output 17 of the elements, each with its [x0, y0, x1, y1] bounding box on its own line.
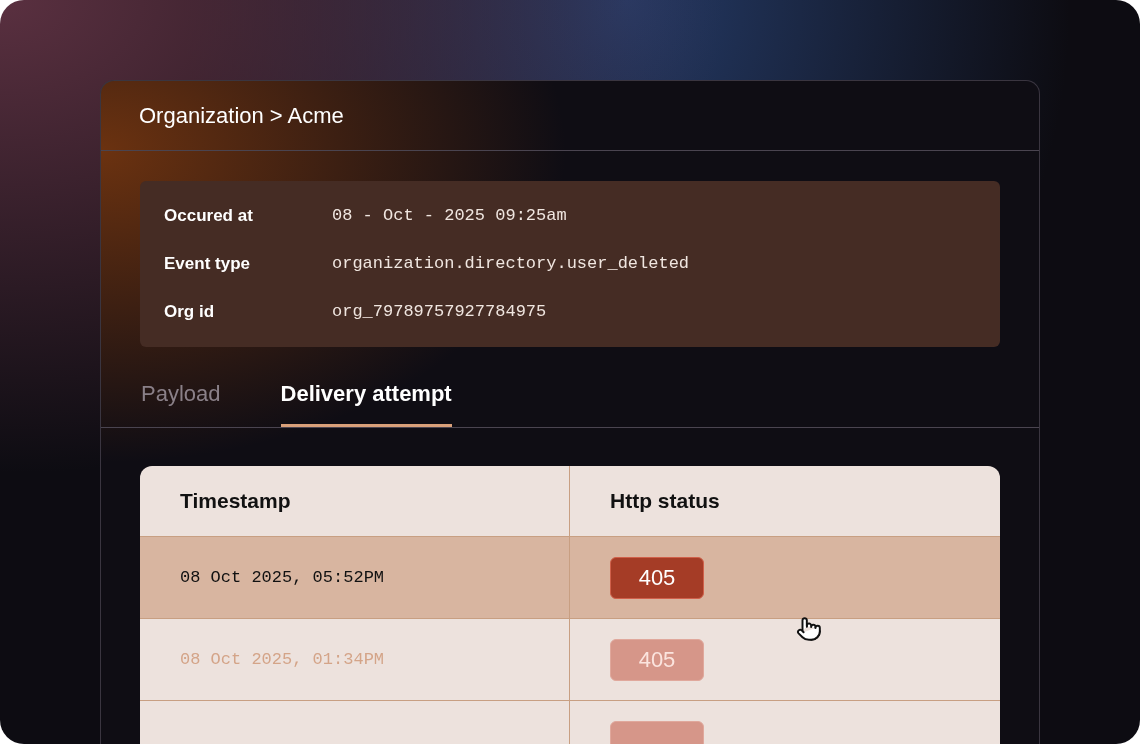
detail-label: Org id [164, 301, 216, 324]
tab[interactable]: Delivery attempt [280, 377, 452, 427]
tab[interactable]: Payload [141, 377, 221, 427]
detail-value: 08 - Oct - 2025 09:25am [332, 205, 567, 228]
detail-value: org_79789757927784975 [332, 301, 547, 324]
status-badge: 405 [610, 638, 704, 681]
detail-value: organization.directory.user_deleted [332, 253, 690, 276]
timestamp: 08 Oct 2025, 05:52PM [180, 566, 385, 589]
breadcrumb: Organization > Acme [139, 102, 344, 130]
detail-label: Occured at [164, 205, 254, 228]
detail-label: Event type [164, 253, 251, 276]
hand-cursor-icon [796, 614, 822, 644]
column-header: Timestamp [180, 488, 291, 515]
table-row[interactable]: 08 Oct 2025, 05:52PM 405 [140, 536, 1000, 618]
status-badge: 405 [610, 556, 704, 599]
column-header: Http status [610, 488, 720, 515]
timestamp: 08 Oct 2025, 01:34PM [180, 648, 385, 671]
